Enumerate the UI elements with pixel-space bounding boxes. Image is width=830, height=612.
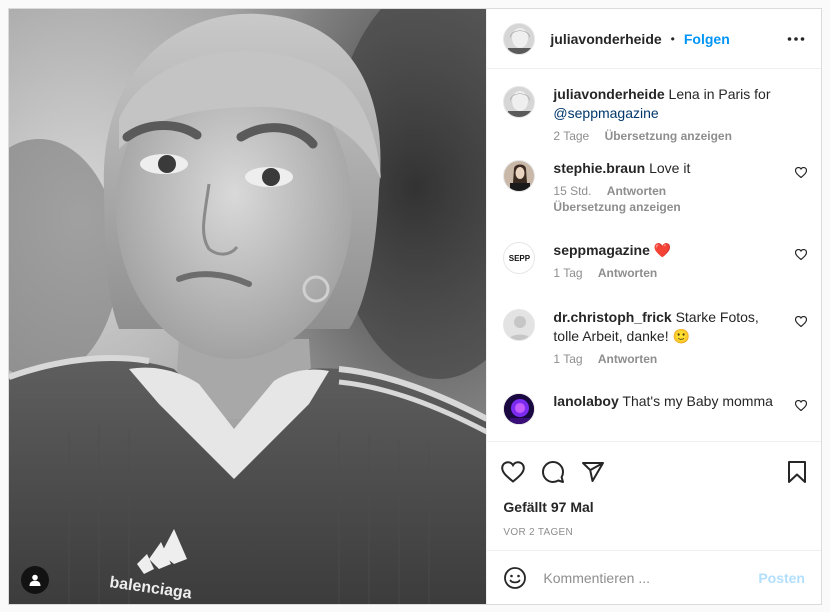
post-age: VOR 2 TAGEN <box>503 527 574 538</box>
author-username[interactable]: juliavonderheide <box>550 31 661 47</box>
comment-input[interactable] <box>543 569 759 586</box>
caption-text: Lena in Paris for <box>668 86 771 102</box>
reply-button[interactable]: Antworten <box>598 266 657 280</box>
more-icon <box>787 36 805 41</box>
heart-icon <box>501 460 526 483</box>
commenter-avatar[interactable] <box>503 309 536 341</box>
caption-time: 2 Tage <box>553 129 590 143</box>
heart-icon <box>794 248 808 261</box>
author-avatar[interactable] <box>503 86 536 118</box>
caption-translate-button[interactable]: Übersetzung anzeigen <box>605 129 732 143</box>
comment-time: 1 Tag <box>553 266 583 280</box>
like-button[interactable] <box>501 460 526 483</box>
action-bar <box>487 441 821 501</box>
share-icon <box>582 461 605 482</box>
commenter-avatar[interactable] <box>503 160 536 192</box>
commenter-avatar[interactable] <box>503 393 536 425</box>
like-count[interactable]: Gefällt 97 Mal <box>487 499 821 515</box>
reply-button[interactable]: Antworten <box>607 184 666 198</box>
tagged-users-button[interactable] <box>21 566 49 594</box>
comment-like-button[interactable] <box>794 398 808 414</box>
comment-button[interactable] <box>541 460 565 484</box>
comment-item: dr.christoph_frick Starke Fotos, tolle A… <box>503 308 808 392</box>
comment-time: 15 Std. <box>553 184 592 198</box>
post-card: balenciaga juliavonderheide • Folgen jul… <box>8 8 822 605</box>
comment-icon <box>542 460 565 483</box>
caption-mention-link[interactable]: @seppmagazine <box>553 105 658 121</box>
comment-item: SEPP seppmagazine ❤️ 1 Tag Antworten <box>503 241 808 308</box>
user-tag-icon <box>29 574 41 586</box>
post-sidebar: juliavonderheide • Folgen juliavonderhei… <box>486 9 821 604</box>
caption: juliavonderheide Lena in Paris for @sepp… <box>503 85 805 159</box>
follow-button[interactable]: Folgen <box>684 31 730 47</box>
bookmark-icon <box>788 460 806 483</box>
comments-list[interactable]: juliavonderheide Lena in Paris for @sepp… <box>487 69 821 441</box>
share-button[interactable] <box>581 460 605 484</box>
caption-username[interactable]: juliavonderheide <box>553 86 664 102</box>
save-button[interactable] <box>787 460 807 484</box>
more-options-button[interactable] <box>787 36 805 42</box>
comment-like-button[interactable] <box>794 247 808 263</box>
comment-like-button[interactable] <box>794 314 808 330</box>
portrait-image: balenciaga <box>9 9 487 604</box>
heart-icon <box>794 166 808 179</box>
emoji-icon <box>504 566 527 589</box>
comment-item: stephie.braun Love it 15 Std. Antworten … <box>503 159 808 241</box>
comment-text: ❤️ <box>653 242 672 258</box>
reply-button[interactable]: Antworten <box>598 352 657 366</box>
emoji-button[interactable] <box>503 566 527 590</box>
comment-like-button[interactable] <box>794 165 808 181</box>
heart-icon <box>794 315 808 328</box>
separator-dot: • <box>670 31 675 46</box>
comment-text: Love it <box>649 160 691 176</box>
commenter-avatar[interactable]: SEPP <box>503 242 536 274</box>
comment-composer: Posten <box>487 550 821 604</box>
default-avatar-icon <box>504 310 535 340</box>
comment-username[interactable]: dr.christoph_frick <box>553 309 671 325</box>
translate-button[interactable]: Übersetzung anzeigen <box>553 200 769 214</box>
post-comment-button[interactable]: Posten <box>758 570 805 586</box>
comment-time: 1 Tag <box>553 352 583 366</box>
post-header: juliavonderheide • Folgen <box>487 9 821 69</box>
comment-item: lanolaboy That's my Baby momma <box>503 392 808 425</box>
comment-text: That's my Baby momma <box>622 393 773 409</box>
comment-username[interactable]: seppmagazine <box>553 242 649 258</box>
post-photo[interactable]: balenciaga <box>9 9 487 604</box>
author-avatar[interactable] <box>503 22 536 55</box>
comment-username[interactable]: lanolaboy <box>553 393 618 409</box>
comment-username[interactable]: stephie.braun <box>553 160 645 176</box>
heart-icon <box>794 399 808 412</box>
